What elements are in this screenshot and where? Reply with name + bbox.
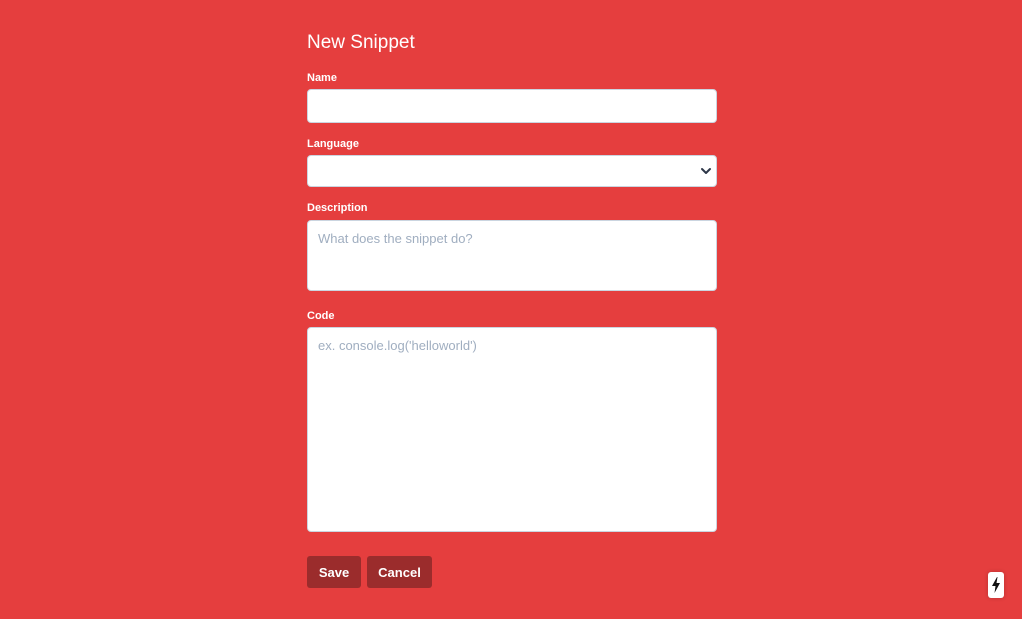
page-title: New Snippet bbox=[307, 32, 415, 53]
description-label: Description bbox=[307, 202, 368, 214]
code-textarea[interactable] bbox=[307, 327, 717, 532]
name-input[interactable] bbox=[307, 89, 717, 123]
language-select[interactable] bbox=[307, 155, 717, 187]
name-label: Name bbox=[307, 72, 337, 84]
language-label: Language bbox=[307, 138, 359, 150]
cancel-button[interactable]: Cancel bbox=[367, 556, 432, 588]
save-button[interactable]: Save bbox=[307, 556, 361, 588]
page: New Snippet Name Language Description Co… bbox=[0, 0, 1022, 619]
dev-indicator-badge[interactable] bbox=[988, 572, 1004, 598]
description-textarea[interactable] bbox=[307, 220, 717, 291]
code-label: Code bbox=[307, 310, 335, 322]
form-actions: Save Cancel bbox=[307, 556, 432, 588]
language-select-wrapper bbox=[307, 155, 717, 187]
lightning-bolt-icon bbox=[992, 577, 1000, 593]
new-snippet-form: New Snippet Name Language Description Co… bbox=[307, 30, 717, 532]
